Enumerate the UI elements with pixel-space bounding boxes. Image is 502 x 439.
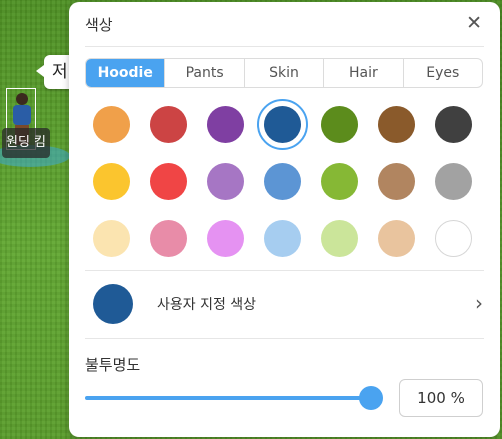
color-panel: 색상 ✕ Hoodie Pants Skin Hair Eyes 사용자 지정 … xyxy=(69,2,500,437)
color-swatch[interactable] xyxy=(321,220,358,257)
chevron-right-icon: › xyxy=(475,291,483,315)
panel-title: 색상 xyxy=(85,16,113,34)
color-swatch[interactable] xyxy=(378,106,415,143)
color-swatch[interactable] xyxy=(93,106,130,143)
divider xyxy=(85,46,484,47)
color-swatch[interactable] xyxy=(435,220,472,257)
color-swatch[interactable] xyxy=(150,106,187,143)
color-swatch[interactable] xyxy=(378,220,415,257)
color-swatch[interactable] xyxy=(264,220,301,257)
tab-skin[interactable]: Skin xyxy=(243,59,323,87)
color-swatch[interactable] xyxy=(321,106,358,143)
color-swatch[interactable] xyxy=(435,106,472,143)
color-swatch[interactable] xyxy=(378,163,415,200)
tab-pants[interactable]: Pants xyxy=(164,59,243,87)
divider xyxy=(85,338,484,339)
category-tabs: Hoodie Pants Skin Hair Eyes xyxy=(85,58,483,88)
tab-eyes[interactable]: Eyes xyxy=(402,59,482,87)
color-swatch[interactable] xyxy=(150,163,187,200)
color-swatch[interactable] xyxy=(93,163,130,200)
avatar-head xyxy=(16,93,28,105)
opacity-label: 불투명도 xyxy=(85,356,141,374)
opacity-slider-track[interactable] xyxy=(85,396,371,400)
tab-hoodie[interactable]: Hoodie xyxy=(86,59,165,87)
opacity-value-input[interactable]: 100 % xyxy=(399,379,483,417)
custom-color-preview xyxy=(93,284,133,324)
divider xyxy=(85,270,484,271)
color-swatch[interactable] xyxy=(435,163,472,200)
color-swatch[interactable] xyxy=(207,106,244,143)
opacity-slider-handle[interactable] xyxy=(359,386,383,410)
close-icon[interactable]: ✕ xyxy=(466,12,482,34)
color-swatch[interactable] xyxy=(321,163,358,200)
tab-hair[interactable]: Hair xyxy=(323,59,402,87)
custom-color-row[interactable]: 사용자 지정 색상 › xyxy=(85,282,483,326)
color-swatch[interactable] xyxy=(93,220,130,257)
color-swatch[interactable] xyxy=(264,106,301,143)
color-swatch[interactable] xyxy=(150,220,187,257)
color-swatch[interactable] xyxy=(207,163,244,200)
custom-color-label: 사용자 지정 색상 xyxy=(157,297,257,313)
color-swatch[interactable] xyxy=(207,220,244,257)
color-swatch[interactable] xyxy=(264,163,301,200)
avatar-hoodie xyxy=(13,105,31,125)
avatar-nametag: 원딩 킴 xyxy=(2,128,50,158)
